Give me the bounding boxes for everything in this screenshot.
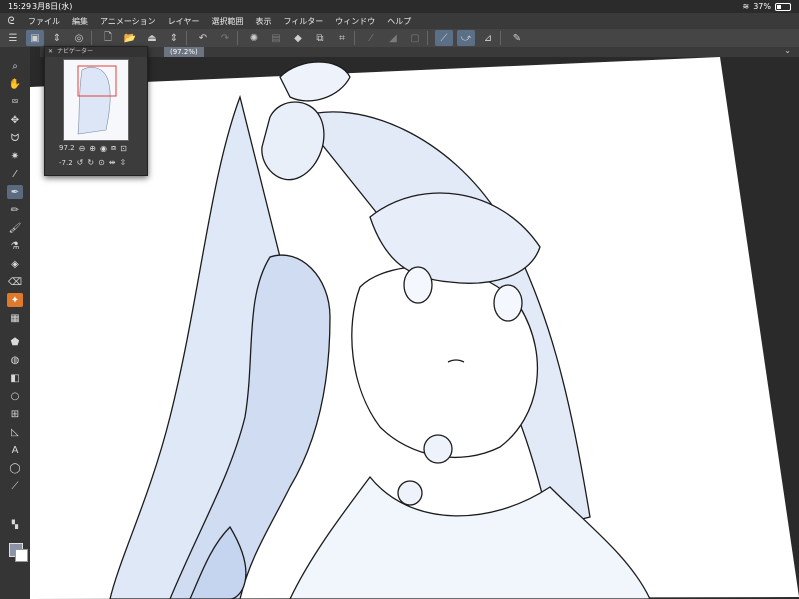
status-time: 15:29	[8, 2, 32, 11]
figure-icon[interactable]: ○	[7, 389, 23, 403]
close-icon[interactable]: ✕	[48, 47, 53, 57]
new-file-icon[interactable]: 🗋	[99, 30, 117, 46]
companion-icon[interactable]: ◎	[70, 30, 88, 46]
balloon-icon[interactable]: ◯	[7, 461, 23, 475]
transform-icon[interactable]: ⧉	[311, 30, 329, 46]
wifi-icon: ≋	[742, 2, 750, 11]
toolbar-divider	[237, 31, 238, 45]
export-icon[interactable]: ⏏	[143, 30, 161, 46]
zoom-in-icon[interactable]: ⊕	[89, 144, 96, 153]
toolbar-divider	[186, 31, 187, 45]
status-right: ≋ 37%	[743, 0, 791, 13]
magic-wand-icon[interactable]: ✷	[7, 149, 23, 163]
fit-window-icon[interactable]: ⊡	[120, 144, 127, 153]
tool-palette: ⌕ ✋ ⮹ ✥ ᗢ ✷ ⁄ ✒ ✏ 🖌 ⚗ ◈ ⌫ ✦ ▦ ⬟ ◍ ◧ ○ ⊞ …	[0, 47, 30, 599]
open-folder-icon[interactable]: 📂	[121, 30, 139, 46]
menu-view[interactable]: 表示	[249, 16, 277, 27]
menu-window[interactable]: ウィンドウ	[329, 16, 381, 27]
navigator-preview	[64, 60, 128, 140]
document-tab[interactable]: (97.2%)	[164, 47, 204, 57]
navigator-header: ✕ ナビゲーター	[45, 47, 147, 57]
toolbar-divider	[91, 31, 92, 45]
move-icon[interactable]: ✥	[7, 113, 23, 127]
pencil-icon[interactable]: ✏	[7, 203, 23, 217]
operation-icon[interactable]: ⮹	[7, 95, 23, 109]
lasso-icon[interactable]: ᗢ	[7, 131, 23, 145]
rotate-right-icon[interactable]: ↻	[87, 158, 94, 167]
menu-selection[interactable]: 選択範囲	[205, 16, 249, 27]
hand-icon[interactable]: ✋	[7, 77, 23, 91]
fill-icon[interactable]: ◆	[289, 30, 307, 46]
rotation-value: -7.2	[59, 158, 73, 167]
decoration-icon[interactable]: ◈	[7, 257, 23, 271]
toolbar-divider	[354, 31, 355, 45]
clear-outside-icon[interactable]: ▤	[267, 30, 285, 46]
eraser-icon[interactable]: ⌫	[7, 275, 23, 289]
deselect-icon[interactable]: ⁄	[362, 30, 380, 46]
hamburger-menu-icon[interactable]: ☰	[4, 30, 22, 46]
navigator-title: ナビゲーター	[57, 48, 94, 55]
eyedropper-icon[interactable]: ⁄	[7, 167, 23, 181]
pen-icon[interactable]: ✒	[7, 185, 23, 199]
transparent-color-icon[interactable]: ▚	[7, 517, 23, 531]
export-switch-icon[interactable]: ⇕	[165, 30, 183, 46]
snap-special-ruler-icon[interactable]: ⤻	[457, 30, 475, 46]
redo-icon[interactable]: ↷	[216, 30, 234, 46]
menu-file[interactable]: ファイル	[22, 16, 66, 27]
battery-percent: 37%	[753, 2, 771, 11]
undo-icon[interactable]: ↶	[194, 30, 212, 46]
navigator-rotate-row: -7.2 ↺ ↻ ⊙ ⇹ ⇳	[59, 158, 126, 167]
toolbar-divider	[427, 31, 428, 45]
navigator-thumbnail[interactable]	[63, 59, 129, 141]
crop-icon[interactable]: ⌗	[333, 30, 351, 46]
menu-animation[interactable]: アニメーション	[94, 16, 162, 27]
zoom-icon[interactable]: ⌕	[7, 59, 23, 73]
blend-icon[interactable]: ✦	[7, 293, 23, 307]
zoom-value: 97.2	[59, 144, 75, 152]
menu-edit[interactable]: 編集	[66, 16, 94, 27]
layout-switch-icon[interactable]: ⇕	[48, 30, 66, 46]
frame-icon[interactable]: ⊞	[7, 407, 23, 421]
fit-icon[interactable]: ⧈	[111, 143, 116, 153]
menu-help[interactable]: ヘルプ	[381, 16, 417, 27]
status-bar: 15:29 3月8日(水) ≋ 37%	[0, 0, 799, 13]
actual-size-icon[interactable]: ◉	[100, 144, 107, 153]
snap-ruler-icon[interactable]: ⟋	[435, 30, 453, 46]
menu-bar: ᘓ ファイル 編集 アニメーション レイヤー 選択範囲 表示 フィルター ウィン…	[0, 13, 799, 29]
reset-rotation-icon[interactable]: ⊙	[98, 158, 105, 167]
app-logo-icon[interactable]: ᘓ	[0, 16, 22, 27]
navigator-panel: ✕ ナビゲーター 97.2 ⊖ ⊕ ◉ ⧈ ⊡ -7.2 ↺ ↻ ⊙ ⇹ ⇳	[44, 46, 148, 176]
menu-layer[interactable]: レイヤー	[162, 16, 206, 27]
chevron-down-icon[interactable]: ⌄	[784, 46, 791, 55]
invert-selection-icon[interactable]: ◢	[384, 30, 402, 46]
sub-color-swatch[interactable]	[15, 549, 28, 562]
airbrush-icon[interactable]: ⚗	[7, 239, 23, 253]
snap-grid-icon[interactable]: ⊿	[479, 30, 497, 46]
battery-icon	[775, 2, 791, 11]
menu-filter[interactable]: フィルター	[277, 16, 329, 27]
text-icon[interactable]: A	[7, 443, 23, 457]
rotate-left-icon[interactable]: ↺	[77, 158, 84, 167]
toolbar-divider	[500, 31, 501, 45]
clear-icon[interactable]: ✺	[245, 30, 263, 46]
show-selection-icon[interactable]: ▢	[406, 30, 424, 46]
ruler-icon[interactable]: ◺	[7, 425, 23, 439]
document-tab-bar: (97.2%) ⌄	[40, 46, 799, 57]
correct-line-icon[interactable]: ⟋	[7, 479, 23, 493]
gradient-icon[interactable]: ◧	[7, 371, 23, 385]
navigator-zoom-row: 97.2 ⊖ ⊕ ◉ ⧈ ⊡	[59, 143, 127, 153]
brush-icon[interactable]: 🖌	[7, 221, 23, 235]
edit-icon[interactable]: ✎	[508, 30, 526, 46]
flip-horizontal-icon[interactable]: ⇹	[109, 158, 116, 167]
swirl-icon[interactable]: ◍	[7, 353, 23, 367]
flip-vertical-icon[interactable]: ⇳	[119, 158, 126, 167]
status-date: 3月8日(水)	[32, 2, 73, 11]
zoom-out-icon[interactable]: ⊖	[79, 144, 86, 153]
command-toolbar: ☰ ▣ ⇕ ◎ 🗋 📂 ⏏ ⇕ ↶ ↷ ✺ ▤ ◆ ⧉ ⌗ ⁄ ◢ ▢ ⟋ ⤻ …	[0, 29, 799, 47]
grid-icon[interactable]: ▦	[7, 311, 23, 325]
fill-bucket-icon[interactable]: ⬟	[7, 335, 23, 349]
layout-icon[interactable]: ▣	[26, 30, 44, 46]
